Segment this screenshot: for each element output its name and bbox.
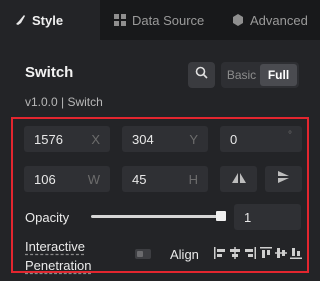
component-title: Switch [25,64,74,81]
rotation-unit: ° [288,130,292,141]
align-right-icon[interactable] [244,247,257,259]
tab-data-source[interactable]: Data Source [114,0,204,40]
width-value: 106 [34,171,56,187]
align-center-v-icon[interactable] [274,247,287,259]
tab-bar: Style Data Source Advanced [0,0,320,40]
brush-icon [14,14,26,26]
height-value: 45 [132,171,147,187]
opacity-slider-thumb[interactable] [216,211,226,221]
hexagon-icon [232,14,244,26]
align-top-icon[interactable] [259,247,272,259]
opacity-slider-track[interactable] [91,215,224,218]
tab-advanced-label: Advanced [250,12,308,28]
mode-full[interactable]: Full [260,64,297,86]
grid-icon [114,14,126,26]
flip-vertical-button[interactable] [265,166,302,192]
mode-toggle: Basic Full [221,62,299,88]
align-bottom-icon[interactable] [289,247,302,259]
position-y-field[interactable]: 304 Y [122,126,208,152]
tab-style-label: Style [32,12,64,28]
tab-data-source-label: Data Source [132,12,205,28]
interactive-penetration-toggle[interactable] [135,249,151,259]
height-field[interactable]: 45 H [122,166,208,192]
align-left-icon[interactable] [214,247,226,259]
flip-vertical-icon [278,170,289,188]
rotation-field[interactable]: 0 ° [220,126,302,152]
mode-basic[interactable]: Basic [223,64,260,86]
align-toolbar [214,246,302,260]
align-center-h-icon[interactable] [229,247,241,259]
flip-horizontal-icon [231,170,246,188]
component-version: v1.0.0 | Switch [25,95,103,109]
opacity-input[interactable]: 1 [234,204,301,230]
position-x-value: 1576 [34,131,63,147]
rotation-value: 0 [230,131,238,147]
tab-style[interactable]: Style [0,0,100,40]
position-y-value: 304 [132,131,154,147]
position-x-unit: X [91,131,100,147]
search-icon [195,66,208,84]
flip-horizontal-button[interactable] [220,166,257,192]
width-unit: W [87,171,100,187]
align-label: Align [170,247,199,262]
search-button[interactable] [188,62,215,88]
tab-advanced[interactable]: Advanced [232,0,308,40]
position-y-unit: Y [189,131,198,147]
height-unit: H [188,171,198,187]
interactive-label-line2: Penetration [25,258,92,273]
width-field[interactable]: 106 W [24,166,110,192]
interactive-penetration-label: Interactive Penetration [25,237,92,275]
opacity-label: Opacity [25,210,70,225]
position-x-field[interactable]: 1576 X [24,126,110,152]
interactive-label-line1: Interactive [25,239,85,254]
opacity-value: 1 [244,209,252,225]
